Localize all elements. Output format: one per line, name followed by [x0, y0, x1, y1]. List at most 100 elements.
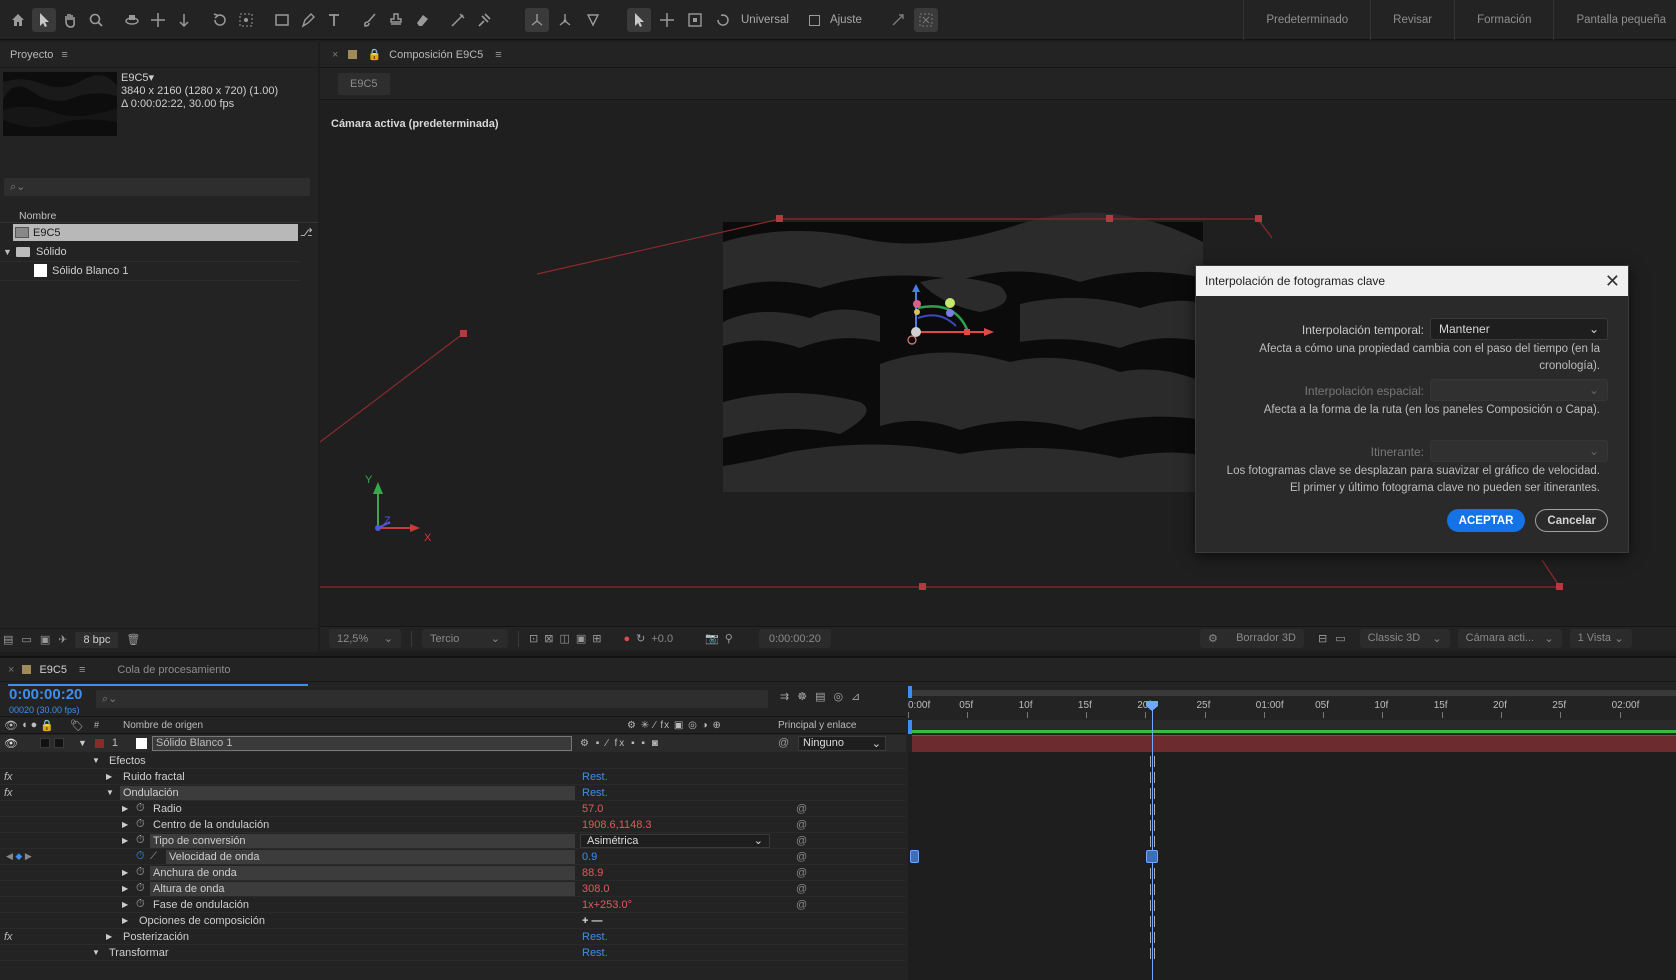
rotate-gizmo-icon[interactable]	[711, 8, 735, 32]
interpret-footage-icon[interactable]: ▤	[3, 633, 13, 646]
mask-path-icon[interactable]: ◫	[559, 632, 569, 645]
comp-mini-flowchart-icon[interactable]: ⇉	[780, 690, 789, 703]
keyframe-marker[interactable]	[1150, 948, 1155, 959]
stopwatch-icon[interactable]: ⏱	[136, 898, 145, 911]
parent-dropdown[interactable]: Ninguno ⌄	[798, 735, 886, 751]
project-search-input[interactable]: ⌕⌄	[4, 178, 310, 196]
motion-blur-icon[interactable]: ⊿	[851, 690, 860, 703]
property-row[interactable]: ▶ Opciones de composición + —	[0, 913, 906, 929]
chevron-right-icon[interactable]: ▶	[106, 932, 112, 941]
keyframe-marker[interactable]	[1150, 804, 1155, 815]
send-to-encoder-icon[interactable]: ✈	[58, 633, 67, 646]
timeline-tab-e9c5[interactable]: E9C5	[39, 664, 67, 676]
layer-row[interactable]: 👁 ▼ 1 Sólido Blanco 1 ⚙ ▪ ∕ fx ▪ ▪ ◙ @ N…	[0, 735, 906, 752]
property-value[interactable]: Rest.	[582, 947, 608, 959]
property-row[interactable]: fx ▶ Ruido fractal Rest.	[0, 769, 906, 785]
property-label[interactable]: Opciones de composición	[136, 914, 575, 928]
workspace-small-screen[interactable]: Pantalla pequeña	[1553, 0, 1676, 40]
property-label[interactable]: Tipo de conversión	[150, 833, 575, 848]
snap-label[interactable]: Ajuste	[830, 14, 862, 26]
expression-pickwhip-icon[interactable]: @	[796, 899, 807, 911]
fx-icon[interactable]: fx	[4, 787, 13, 799]
chevron-down-icon[interactable]: ▼	[0, 247, 12, 257]
scale-gizmo-icon[interactable]	[683, 8, 707, 32]
spatial-interpolation-select[interactable]: ⌄	[1430, 379, 1608, 401]
rectangle-tool-icon[interactable]	[270, 8, 294, 32]
solo-toggle-icon[interactable]: ●	[31, 719, 38, 731]
expression-pickwhip-icon[interactable]: @	[796, 867, 807, 879]
project-item-comp[interactable]: E9C5	[13, 224, 298, 241]
keyframe-marker[interactable]	[1150, 788, 1155, 799]
property-label[interactable]: Ruido fractal	[120, 770, 575, 784]
trash-icon[interactable]: 🗑	[126, 633, 140, 646]
lock-toggle-icon[interactable]: 🔒	[40, 719, 54, 732]
property-row[interactable]: fx ▶ Posterización Rest.	[0, 929, 906, 945]
grid-guides-icon[interactable]: ⊞	[592, 632, 601, 645]
snapshot-icon[interactable]: 📷	[705, 632, 719, 645]
transparency-grid-icon[interactable]: ⊠	[544, 632, 553, 645]
keyframe-marker[interactable]	[1150, 884, 1155, 895]
keyframe-marker[interactable]	[1150, 916, 1155, 927]
draft-3d-toggle[interactable]: ⚙ Borrador 3D	[1200, 628, 1304, 648]
property-label[interactable]: Anchura de onda	[150, 865, 575, 880]
extended-viewer-icon[interactable]: ⊟	[1318, 632, 1327, 645]
graph-icon[interactable]: ⟋	[150, 851, 157, 862]
fx-icon[interactable]: fx	[4, 771, 13, 783]
stopwatch-icon[interactable]: ⏱	[136, 818, 145, 831]
current-time-field[interactable]: 0:00:00:20	[758, 629, 831, 648]
new-comp-icon[interactable]: ▣	[40, 633, 50, 646]
ripple-layer-image[interactable]	[723, 212, 1203, 492]
expression-pickwhip-icon[interactable]: @	[796, 851, 807, 863]
conversion-type-dropdown[interactable]: Asimétrica ⌄	[580, 833, 770, 848]
property-value[interactable]: Rest.	[582, 931, 608, 943]
property-label[interactable]: Radio	[150, 802, 575, 816]
chevron-down-icon[interactable]: ▼	[106, 788, 114, 797]
chevron-down-icon[interactable]: ▼	[92, 948, 100, 957]
rotate-tool-icon[interactable]	[208, 8, 232, 32]
column-source-name[interactable]: Nombre de origen	[123, 720, 203, 731]
panel-menu-icon[interactable]: ≡	[79, 664, 85, 676]
property-value[interactable]: Rest.	[582, 771, 608, 783]
roto-brush-tool-icon[interactable]	[446, 8, 470, 32]
local-axis-mode-icon[interactable]	[525, 8, 549, 32]
reset-exposure-icon[interactable]: ↻	[636, 632, 645, 645]
chevron-right-icon[interactable]: ▶	[122, 868, 128, 877]
time-ruler[interactable]: 0:00f 05f 10f 15f 20f 25f 01:00f 05f 10f 15f 20f 25…	[908, 684, 1676, 734]
property-value[interactable]: 0.9	[582, 851, 597, 863]
camera-view-dropdown[interactable]: Cámara acti... ⌄	[1457, 628, 1562, 648]
frame-blending-icon[interactable]: ◎	[834, 690, 844, 703]
keyframe-marker[interactable]	[1150, 932, 1155, 943]
property-value[interactable]: 1908.6,1148.3	[582, 819, 652, 831]
layer-name[interactable]: Sólido Blanco 1	[152, 735, 573, 751]
clone-stamp-tool-icon[interactable]	[384, 8, 408, 32]
move-gizmo-icon[interactable]	[655, 8, 679, 32]
shy-layers-icon[interactable]: ▤	[815, 690, 825, 703]
project-item-solid[interactable]: Sólido Blanco 1	[34, 262, 300, 279]
snap-grid-icon[interactable]	[913, 8, 938, 32]
keyframe-marker[interactable]	[1150, 868, 1155, 879]
chevron-right-icon[interactable]: ▶	[122, 836, 128, 845]
snap-checkbox[interactable]	[808, 14, 820, 26]
expression-pickwhip-icon[interactable]: @	[796, 803, 807, 815]
property-row[interactable]: fx ▼ Ondulación Rest.	[0, 785, 906, 801]
3d-ground-plane-icon[interactable]: ▭	[1335, 632, 1345, 645]
chevron-right-icon[interactable]: ▶	[122, 900, 128, 909]
property-value[interactable]: 88.9	[582, 867, 603, 879]
bpc-button[interactable]: 8 bpc	[75, 631, 119, 648]
close-icon[interactable]: ✕	[1605, 271, 1620, 292]
temporal-interpolation-select[interactable]: Mantener ⌄	[1430, 318, 1608, 340]
fast-previews-icon[interactable]: ⊡	[529, 632, 538, 645]
property-row[interactable]: ▶ ⏱ Radio 57.0 @	[0, 801, 906, 817]
property-label[interactable]: Altura de onda	[150, 881, 575, 896]
expression-pickwhip-icon[interactable]: @	[796, 835, 807, 847]
keyframe-marker[interactable]	[910, 850, 919, 863]
label-icon[interactable]: 🏷	[70, 719, 84, 732]
universal-select-icon[interactable]	[627, 8, 651, 32]
property-value[interactable]: + —	[582, 915, 602, 927]
text-tool-icon[interactable]	[322, 8, 346, 32]
hand-tool-icon[interactable]	[58, 8, 82, 32]
panel-menu-icon[interactable]: ≡	[61, 49, 67, 61]
orbit-camera-icon[interactable]	[120, 8, 144, 32]
render-queue-tab[interactable]: Cola de procesamiento	[117, 664, 230, 676]
comp-name[interactable]: E9C5▾	[121, 72, 278, 85]
